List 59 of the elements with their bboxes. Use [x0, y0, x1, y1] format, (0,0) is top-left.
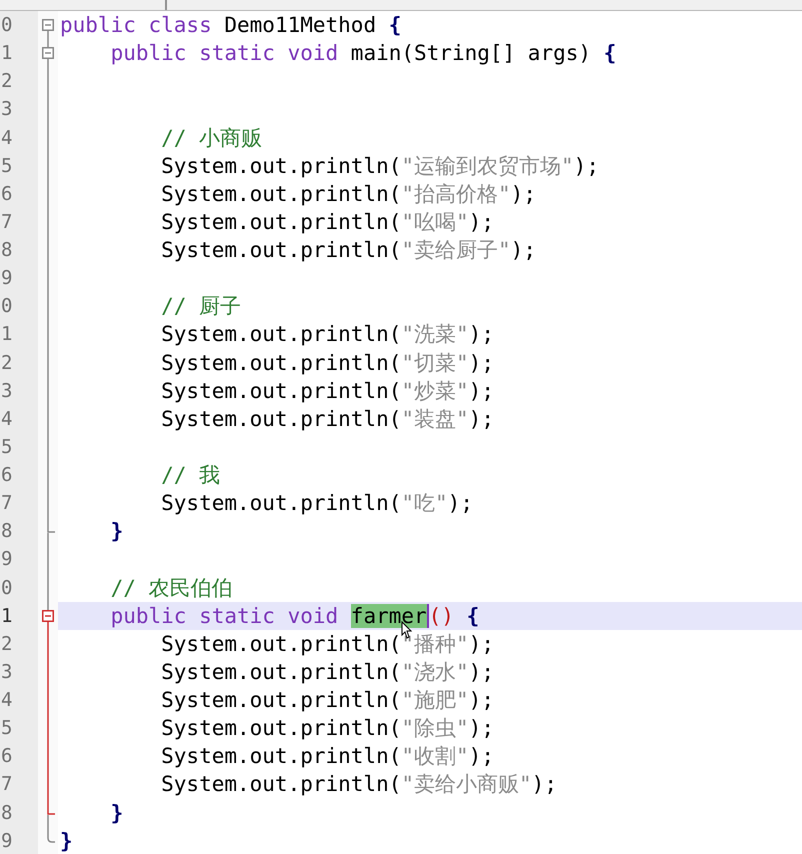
code-line: // 厨子	[160, 293, 242, 320]
code-line: }	[60, 828, 73, 854]
line-number: 4	[0, 688, 12, 712]
line-number: 9	[0, 266, 12, 290]
line-number: 0	[0, 576, 12, 600]
line-number: 9	[0, 547, 12, 572]
line-number: 6	[0, 744, 12, 768]
code-line: public static void main(String[] args) {	[110, 40, 616, 66]
line-number: 5	[0, 154, 12, 178]
code-line: public class Demo11Method {	[60, 12, 402, 38]
code-line: }	[110, 800, 124, 826]
line-number: 1	[0, 322, 12, 346]
code-line: System.out.println("运输到农贸市场");	[160, 152, 599, 179]
line-number: 8	[0, 800, 12, 825]
line-number: 0	[0, 294, 12, 318]
code-line: System.out.println("炒菜");	[160, 378, 494, 404]
line-number: 1	[0, 41, 12, 66]
line-number: 2	[0, 632, 12, 656]
line-number: 3	[0, 97, 12, 122]
line-number: 7	[0, 772, 12, 796]
line-number: 5	[0, 716, 12, 740]
code-line: System.out.println("播种");	[160, 630, 494, 657]
line-number: 6	[0, 463, 12, 488]
fold-minus-icon[interactable]	[42, 610, 54, 622]
code-line: System.out.println("装盘");	[160, 406, 494, 432]
code-line: // 小商贩	[160, 124, 262, 151]
code-line: System.out.println("抬高价格");	[160, 180, 536, 207]
line-number: 8	[0, 519, 12, 544]
line-number: 2	[0, 350, 12, 375]
line-number: 3	[0, 660, 12, 684]
code-line: System.out.println("切菜");	[160, 350, 494, 376]
line-number: 7	[0, 210, 12, 234]
line-number: 4	[0, 126, 12, 150]
code-line: System.out.println("吆喝");	[160, 208, 494, 235]
code-line: System.out.println("施肥");	[160, 687, 494, 714]
line-number: 7	[0, 491, 12, 516]
code-line: // 农民伯伯	[110, 574, 233, 601]
line-number: 1	[0, 604, 12, 628]
line-number: 8	[0, 238, 12, 262]
code-line: System.out.println("收割");	[160, 743, 494, 770]
line-number: 0	[0, 13, 12, 38]
fold-guide-line	[47, 814, 49, 828]
fold-minus-icon[interactable]	[42, 19, 54, 31]
line-number: 4	[0, 406, 12, 431]
line-number: 3	[0, 378, 12, 403]
fold-minus-icon[interactable]	[42, 47, 54, 60]
line-number: 5	[0, 434, 12, 459]
code-line: System.out.println("卖给厨子");	[160, 237, 536, 264]
code-line: }	[110, 518, 124, 544]
code-line: System.out.println("卖给小商贩");	[160, 771, 557, 798]
code-line: System.out.println("洗菜");	[160, 321, 494, 348]
code-line: // 我	[160, 462, 220, 488]
code-line: public static void farmer() {	[60, 602, 480, 629]
code-line: System.out.println("除虫");	[160, 715, 494, 742]
line-number: 6	[0, 182, 12, 206]
line-number: 9	[0, 828, 12, 853]
code-line: System.out.println("浇水");	[160, 658, 494, 685]
code-line: System.out.println("吃");	[160, 490, 473, 516]
line-number: 2	[0, 69, 12, 94]
